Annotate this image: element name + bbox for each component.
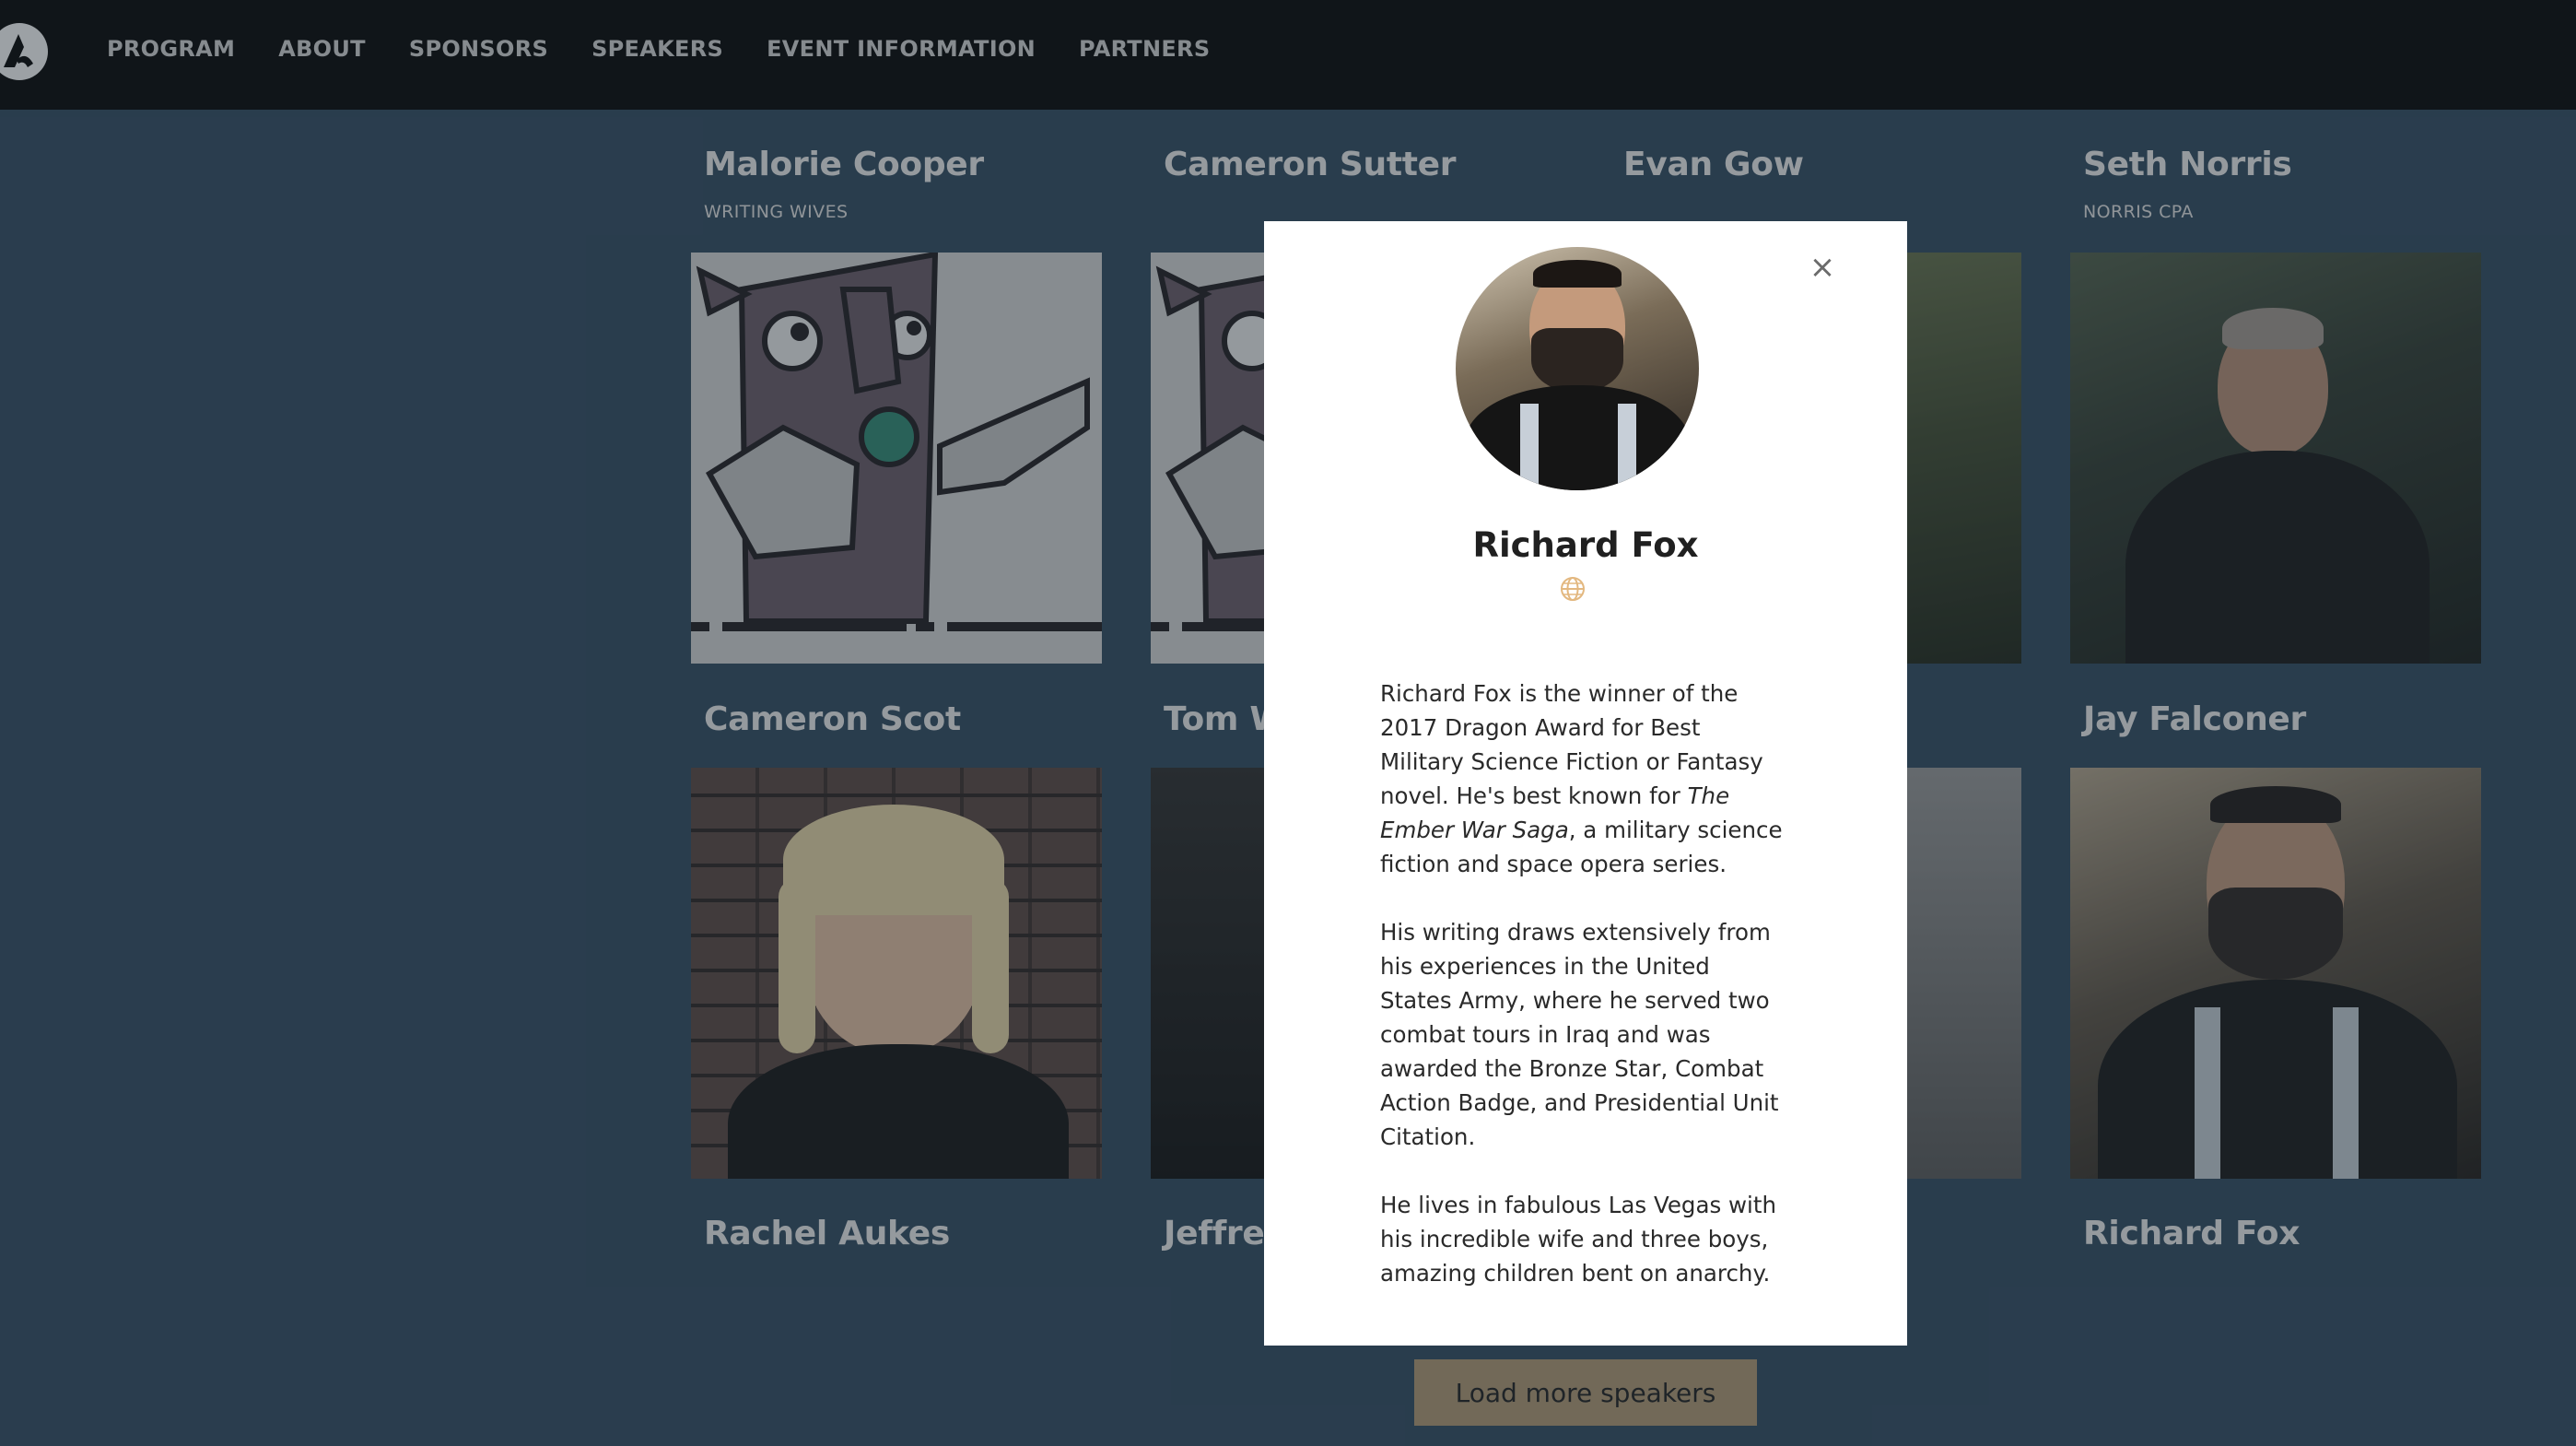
globe-icon[interactable] — [1559, 575, 1587, 603]
speaker-bio: Richard Fox is the winner of the 2017 Dr… — [1380, 676, 1786, 1324]
bio-paragraph-3: He lives in fabulous Las Vegas with his … — [1380, 1192, 1776, 1287]
bio-paragraph-1: Richard Fox is the winner of the 2017 Dr… — [1380, 680, 1783, 877]
close-modal-button[interactable]: × — [1804, 249, 1841, 286]
speaker-name-heading: Richard Fox — [1472, 525, 1699, 565]
speaker-avatar — [1456, 247, 1699, 490]
bio-paragraph-2: His writing draws extensively from his e… — [1380, 919, 1779, 1150]
speaker-detail-modal: × Richard Fox Richard Fox is the winner … — [1264, 221, 1907, 1346]
